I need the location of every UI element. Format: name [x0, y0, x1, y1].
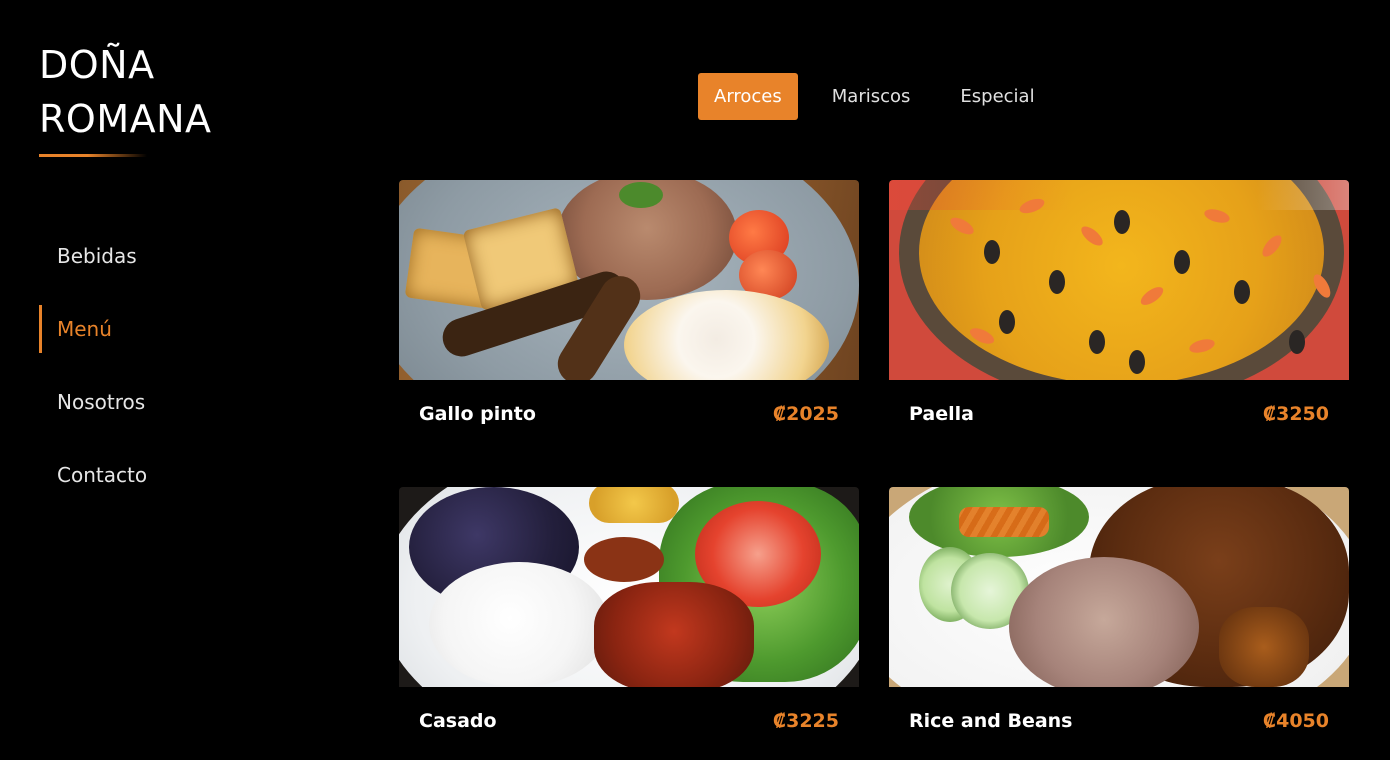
sidebar-item-contacto[interactable]: Contacto: [39, 451, 299, 499]
dish-name: Paella: [909, 403, 974, 425]
brand-logo[interactable]: DOÑA ROMANA: [39, 38, 279, 146]
sidebar-item-nosotros[interactable]: Nosotros: [39, 378, 299, 426]
dish-name: Casado: [419, 710, 497, 732]
tab-mariscos[interactable]: Mariscos: [816, 73, 927, 120]
dish-info: Paella ₡3250: [889, 380, 1349, 448]
category-tabs: Arroces Mariscos Especial: [698, 73, 1069, 120]
sidebar-nav: Bebidas Menú Nosotros Contacto: [39, 232, 299, 524]
brand-line-1: DOÑA: [39, 43, 155, 87]
dish-card-casado[interactable]: Casado ₡3225: [399, 487, 859, 755]
page: DOÑA ROMANA Bebidas Menú Nosotros Contac…: [0, 0, 1390, 760]
dish-info: Gallo pinto ₡2025: [399, 380, 859, 448]
casado-photo: [399, 487, 859, 687]
tab-especial[interactable]: Especial: [944, 73, 1050, 120]
sidebar-item-bebidas[interactable]: Bebidas: [39, 232, 299, 280]
brand-underline: [39, 154, 147, 157]
rice-and-beans-photo: [889, 487, 1349, 687]
dish-info: Casado ₡3225: [399, 687, 859, 755]
dish-name: Rice and Beans: [909, 710, 1073, 732]
gallo-pinto-photo: [399, 180, 859, 380]
dish-price: ₡2025: [772, 403, 839, 425]
brand-line-2: ROMANA: [39, 97, 212, 141]
tab-arroces[interactable]: Arroces: [698, 73, 798, 120]
dish-price: ₡3250: [1262, 403, 1329, 425]
paella-photo: [889, 180, 1349, 380]
sidebar-item-menu[interactable]: Menú: [39, 305, 299, 353]
dish-card-gallo-pinto[interactable]: Gallo pinto ₡2025: [399, 180, 859, 448]
dish-card-paella[interactable]: Paella ₡3250: [889, 180, 1349, 448]
dish-card-rice-and-beans[interactable]: Rice and Beans ₡4050: [889, 487, 1349, 755]
dish-info: Rice and Beans ₡4050: [889, 687, 1349, 755]
dish-name: Gallo pinto: [419, 403, 536, 425]
dish-price: ₡3225: [772, 710, 839, 732]
dish-price: ₡4050: [1262, 710, 1329, 732]
